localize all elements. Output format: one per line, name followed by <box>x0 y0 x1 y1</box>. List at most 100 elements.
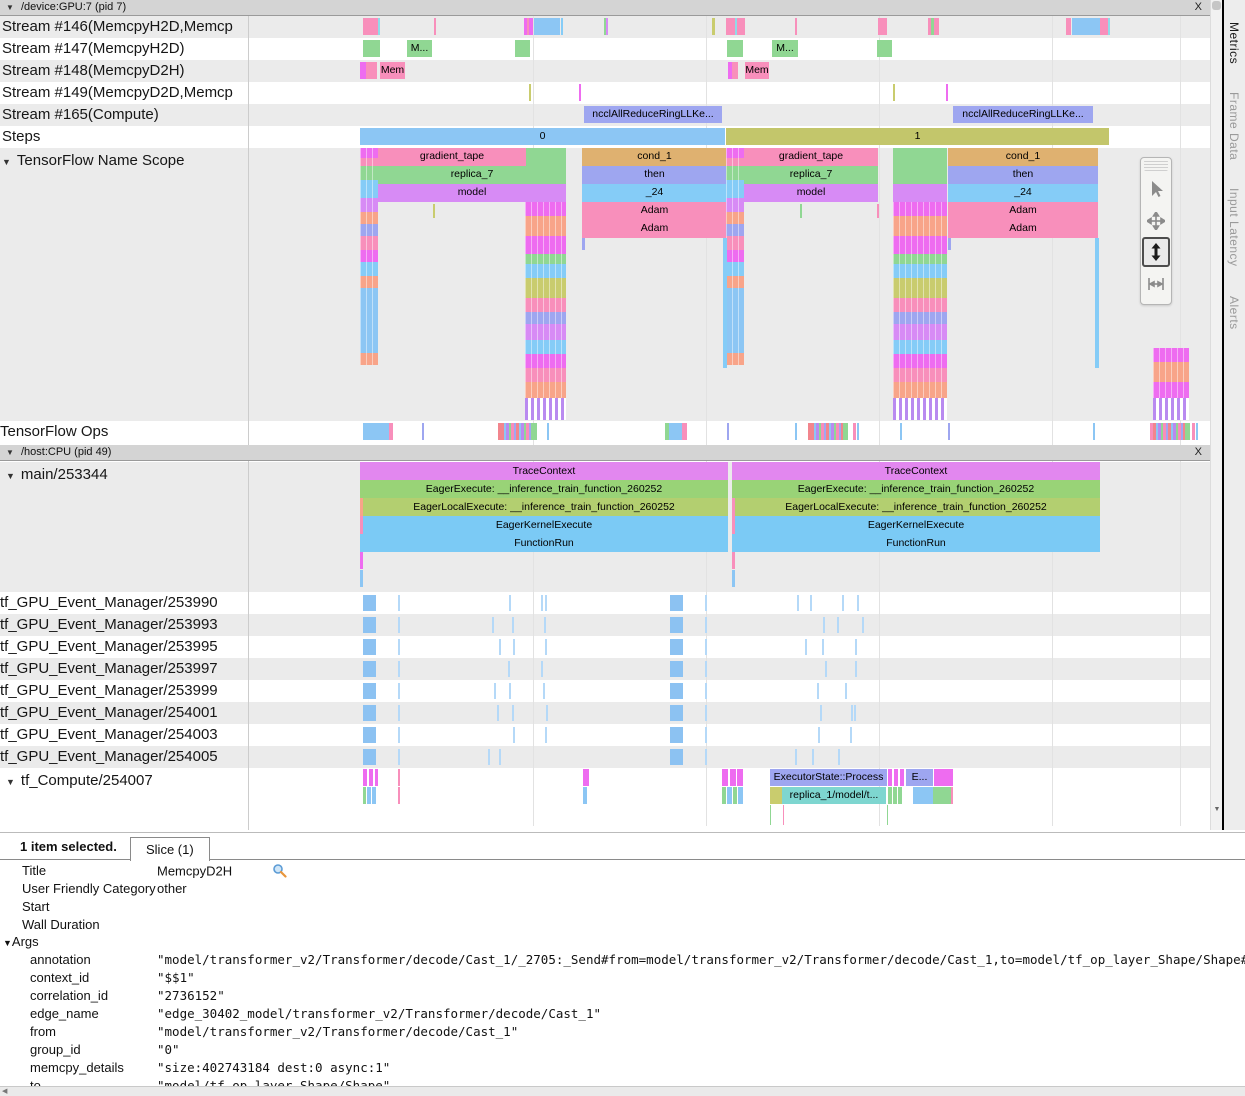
trace-event[interactable] <box>546 705 548 721</box>
trace-event[interactable] <box>372 787 376 804</box>
trace-event-edge[interactable] <box>360 498 363 516</box>
trace-event[interactable] <box>1093 423 1095 440</box>
trace-event[interactable] <box>855 661 857 677</box>
trace-event[interactable] <box>526 148 566 166</box>
trace-event[interactable]: EagerKernelExecute <box>360 516 728 534</box>
trace-event[interactable] <box>732 62 738 79</box>
trace-event[interactable]: ncclAllReduceRingLLKe... <box>584 106 722 123</box>
trace-event[interactable] <box>363 423 389 440</box>
trace-event[interactable] <box>946 84 948 101</box>
trace-event[interactable] <box>375 769 378 786</box>
call-stack-column[interactable] <box>726 148 744 365</box>
trace-event[interactable] <box>738 787 743 804</box>
trace-event[interactable] <box>529 18 533 35</box>
trace-event[interactable] <box>857 595 859 611</box>
trace-event[interactable] <box>363 18 378 35</box>
trace-event[interactable] <box>488 749 490 765</box>
collapse-arrow-icon[interactable]: ▼ <box>3 938 12 948</box>
trace-event[interactable] <box>1196 423 1198 440</box>
trace-event[interactable] <box>529 84 531 101</box>
trace-event[interactable]: replica_7 <box>378 166 566 184</box>
call-stack-column[interactable] <box>525 202 566 420</box>
trace-event[interactable] <box>1100 18 1108 35</box>
trace-event[interactable] <box>845 683 847 699</box>
trace-event[interactable] <box>877 40 892 57</box>
trace-event[interactable] <box>682 423 687 440</box>
trace-event[interactable] <box>501 423 531 440</box>
trace-event[interactable]: replica_7 <box>744 166 878 184</box>
timing-tool-button[interactable] <box>1142 268 1170 299</box>
trace-event[interactable] <box>541 595 543 611</box>
trace-event[interactable] <box>1185 423 1190 440</box>
trace-event[interactable]: model <box>378 184 566 202</box>
trace-event[interactable] <box>508 661 510 677</box>
trace-event[interactable] <box>737 18 745 35</box>
trace-event[interactable] <box>509 683 511 699</box>
trace-event[interactable] <box>795 18 797 35</box>
trace-event[interactable] <box>378 18 380 35</box>
call-stack-column[interactable] <box>893 202 947 420</box>
trace-event[interactable] <box>723 238 727 368</box>
trace-event[interactable] <box>783 805 784 825</box>
trace-event[interactable]: Adam <box>948 202 1098 220</box>
trace-event[interactable]: M... <box>407 40 432 57</box>
trace-event[interactable] <box>951 787 953 804</box>
trace-event[interactable] <box>398 769 400 786</box>
trace-event[interactable] <box>512 705 514 721</box>
trace-event[interactable]: _24 <box>948 184 1098 202</box>
trace-event[interactable] <box>541 661 543 677</box>
timeline-track[interactable]: 01 <box>248 128 1210 146</box>
zoom-tool-button[interactable] <box>1142 237 1170 267</box>
trace-event[interactable] <box>670 727 683 743</box>
trace-event[interactable] <box>797 595 799 611</box>
trace-event[interactable] <box>726 18 735 35</box>
trace-event[interactable]: 1 <box>726 128 1109 145</box>
trace-event[interactable] <box>434 18 436 35</box>
trace-event[interactable]: replica_1/model/t... <box>782 787 886 804</box>
trace-event[interactable] <box>398 617 400 633</box>
trace-event[interactable]: EagerExecute: __inference_train_function… <box>360 480 728 498</box>
trace-event[interactable] <box>363 769 367 786</box>
trace-event[interactable]: Adam <box>948 220 1098 238</box>
trace-event[interactable] <box>933 787 951 804</box>
trace-event[interactable]: Adam <box>582 220 727 238</box>
tf-compute-track[interactable]: ExecutorState::ProcessE...replica_1/mode… <box>248 768 1210 826</box>
trace-event[interactable] <box>894 769 898 786</box>
side-tab-frame-data[interactable]: Frame Data <box>1227 92 1241 160</box>
trace-event[interactable] <box>795 423 797 440</box>
collapse-arrow-icon[interactable]: ▼ <box>6 471 15 481</box>
trace-event[interactable]: ncclAllReduceRingLLKe... <box>953 106 1093 123</box>
trace-event[interactable] <box>531 423 537 440</box>
trace-event[interactable] <box>842 595 844 611</box>
scrollbar-thumb[interactable] <box>1212 1 1221 10</box>
trace-event[interactable] <box>363 617 376 633</box>
trace-event[interactable] <box>893 787 897 804</box>
trace-event[interactable] <box>363 749 376 765</box>
trace-event[interactable] <box>705 661 707 677</box>
trace-event[interactable] <box>509 595 511 611</box>
trace-event[interactable] <box>670 705 683 721</box>
trace-event[interactable]: TraceContext <box>360 462 728 480</box>
trace-event[interactable] <box>670 617 683 633</box>
trace-event[interactable]: 0 <box>360 128 725 145</box>
trace-event[interactable] <box>893 184 947 202</box>
trace-event[interactable] <box>363 727 376 743</box>
trace-event[interactable] <box>737 769 743 786</box>
args-section-header[interactable]: ▼Args <box>3 934 39 949</box>
trace-event[interactable]: Adam <box>582 202 727 220</box>
trace-event[interactable] <box>850 727 852 743</box>
trace-event[interactable] <box>670 749 683 765</box>
trace-event[interactable] <box>398 727 400 743</box>
trace-event[interactable] <box>800 204 802 218</box>
gpu-section-header[interactable]: ▼ /device:GPU:7 (pid 7) X <box>0 0 1210 16</box>
trace-event[interactable] <box>1066 18 1071 35</box>
collapse-arrow-icon[interactable]: ▼ <box>2 157 11 167</box>
trace-event[interactable]: then <box>948 166 1098 184</box>
trace-event[interactable] <box>934 769 953 786</box>
trace-event[interactable] <box>838 749 840 765</box>
trace-event[interactable] <box>363 639 376 655</box>
trace-event[interactable] <box>934 18 939 35</box>
trace-event[interactable] <box>893 148 947 166</box>
trace-event[interactable] <box>512 617 514 633</box>
trace-event[interactable]: FunctionRun <box>732 534 1100 552</box>
